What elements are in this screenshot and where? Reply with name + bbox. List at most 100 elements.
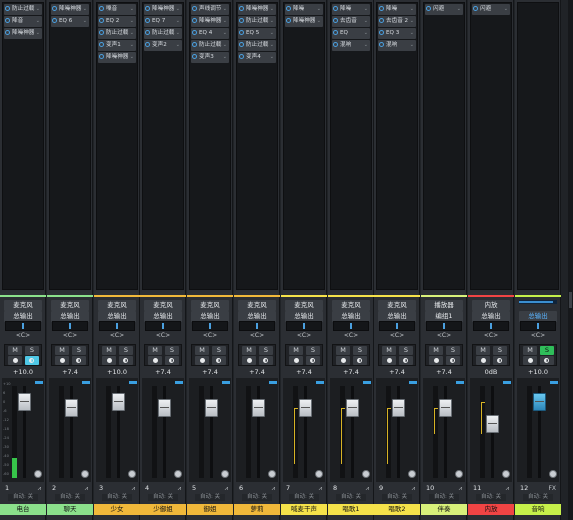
insert-slot[interactable]: 降噪神器 ⌄ [98,52,136,63]
mute-button[interactable]: M [55,346,69,355]
power-icon[interactable] [52,6,57,11]
dropdown-arrow-icon[interactable]: ⌄ [36,4,40,15]
dropdown-arrow-icon[interactable]: ⌄ [223,4,227,15]
insert-slot[interactable]: EQ 4 ⌄ [191,28,229,39]
trim-knob[interactable] [34,470,42,478]
insert-slot[interactable]: 混响 ⌄ [332,40,370,51]
automation-mode[interactable]: 自动: 关 [336,494,366,501]
power-icon[interactable] [286,18,291,23]
dropdown-arrow-icon[interactable]: ⌄ [317,4,321,15]
channel-name[interactable]: 少御姐 [140,504,186,515]
channel-name[interactable]: 音响 [515,504,561,515]
dropdown-arrow-icon[interactable]: ⌄ [223,16,227,27]
channel-name[interactable]: 唱歌1 [328,504,374,515]
monitor-button[interactable] [446,356,460,365]
pan-display[interactable] [379,321,415,331]
power-icon[interactable] [333,42,338,47]
insert-slot[interactable]: 声线调节 ⌄ [191,4,229,15]
dropdown-arrow-icon[interactable]: ⌄ [36,28,40,39]
automation-mode[interactable]: 自动: 关 [8,494,38,501]
pan-display[interactable] [52,321,88,331]
insert-slot[interactable]: 降噪神器 ⌄ [285,16,323,27]
record-button[interactable] [523,356,537,365]
edit-bars-icon[interactable]: ⩘ [272,485,275,493]
input-route[interactable]: 麦克风 [332,300,370,311]
mute-button[interactable]: M [289,346,303,355]
insert-slot[interactable]: 混响 ⌄ [378,40,416,51]
automation-mode[interactable]: 自动: 关 [476,494,506,501]
fader-handle[interactable] [158,399,171,417]
power-icon[interactable] [99,6,104,11]
insert-slot[interactable]: 去齿音 2 ⌄ [378,16,416,27]
mute-button[interactable]: M [429,346,443,355]
monitor-button[interactable] [399,356,413,365]
solo-button[interactable]: S [353,346,367,355]
dropdown-arrow-icon[interactable]: ⌄ [364,4,368,15]
automation-mode[interactable]: 自动: 关 [429,494,459,501]
scrollbar-thumb[interactable] [569,292,572,308]
input-route[interactable]: 麦克风 [285,300,323,311]
solo-button[interactable]: S [212,346,226,355]
power-icon[interactable] [192,18,197,23]
trim-knob[interactable] [128,470,136,478]
pan-display[interactable] [426,321,462,331]
trim-knob[interactable] [362,470,370,478]
monitor-button[interactable] [306,356,320,365]
insert-slot[interactable]: 嗓音 ⌄ [98,4,136,15]
trim-knob[interactable] [174,470,182,478]
dropdown-arrow-icon[interactable]: ⌄ [410,4,414,15]
dropdown-arrow-icon[interactable]: ⌄ [83,4,87,15]
record-button[interactable] [289,356,303,365]
fader-handle[interactable] [299,399,312,417]
input-route[interactable]: 麦克风 [98,300,136,311]
solo-button[interactable]: S [165,346,179,355]
dropdown-arrow-icon[interactable]: ⌄ [176,4,180,15]
dropdown-arrow-icon[interactable]: ⌄ [176,28,180,39]
insert-slot[interactable]: 降噪神器 ⌄ [144,4,182,15]
power-icon[interactable] [192,42,197,47]
insert-slot[interactable]: 防止过载 ⌄ [4,4,42,15]
channel-name[interactable]: 伴奏 [421,504,467,515]
insert-slot[interactable]: 降噪神器 ⌄ [4,28,42,39]
dropdown-arrow-icon[interactable]: ⌄ [457,4,461,15]
input-route[interactable]: 内放 [472,300,510,311]
power-icon[interactable] [379,6,384,11]
pan-display[interactable] [286,321,322,331]
channel-name[interactable]: 喊麦干声 [281,504,327,515]
dropdown-arrow-icon[interactable]: ⌄ [83,16,87,27]
power-icon[interactable] [99,54,104,59]
record-button[interactable] [148,356,162,365]
power-icon[interactable] [239,42,244,47]
record-button[interactable] [336,356,350,365]
automation-mode[interactable]: 自动: 关 [523,494,553,501]
automation-mode[interactable]: 自动: 关 [382,494,412,501]
record-button[interactable] [242,356,256,365]
pan-display[interactable] [473,321,509,331]
fader-handle[interactable] [252,399,265,417]
power-icon[interactable] [145,42,150,47]
record-button[interactable] [102,356,116,365]
trim-knob[interactable] [268,470,276,478]
fader-handle[interactable] [112,393,125,411]
mute-button[interactable]: M [523,346,537,355]
dropdown-arrow-icon[interactable]: ⌄ [270,52,274,63]
power-icon[interactable] [333,6,338,11]
edit-bars-icon[interactable]: ⩘ [178,485,181,493]
insert-slot[interactable]: 防止过载 ⌄ [238,40,276,51]
monitor-button[interactable] [353,356,367,365]
trim-knob[interactable] [315,470,323,478]
record-button[interactable] [476,356,490,365]
solo-button[interactable]: S [399,346,413,355]
edit-bars-icon[interactable]: FX [548,485,556,492]
input-route[interactable]: 麦克风 [4,300,42,311]
channel-name[interactable]: 萝莉 [234,504,280,515]
input-route[interactable]: 麦克风 [238,300,276,311]
channel-name[interactable]: 少女 [94,504,140,515]
power-icon[interactable] [5,30,10,35]
power-icon[interactable] [5,18,10,23]
insert-slot[interactable]: 降噪神器 ⌄ [51,4,89,15]
power-icon[interactable] [333,18,338,23]
channel-name[interactable]: 聊天 [47,504,93,515]
fader-handle[interactable] [346,399,359,417]
edit-bars-icon[interactable]: ⩘ [506,485,509,493]
